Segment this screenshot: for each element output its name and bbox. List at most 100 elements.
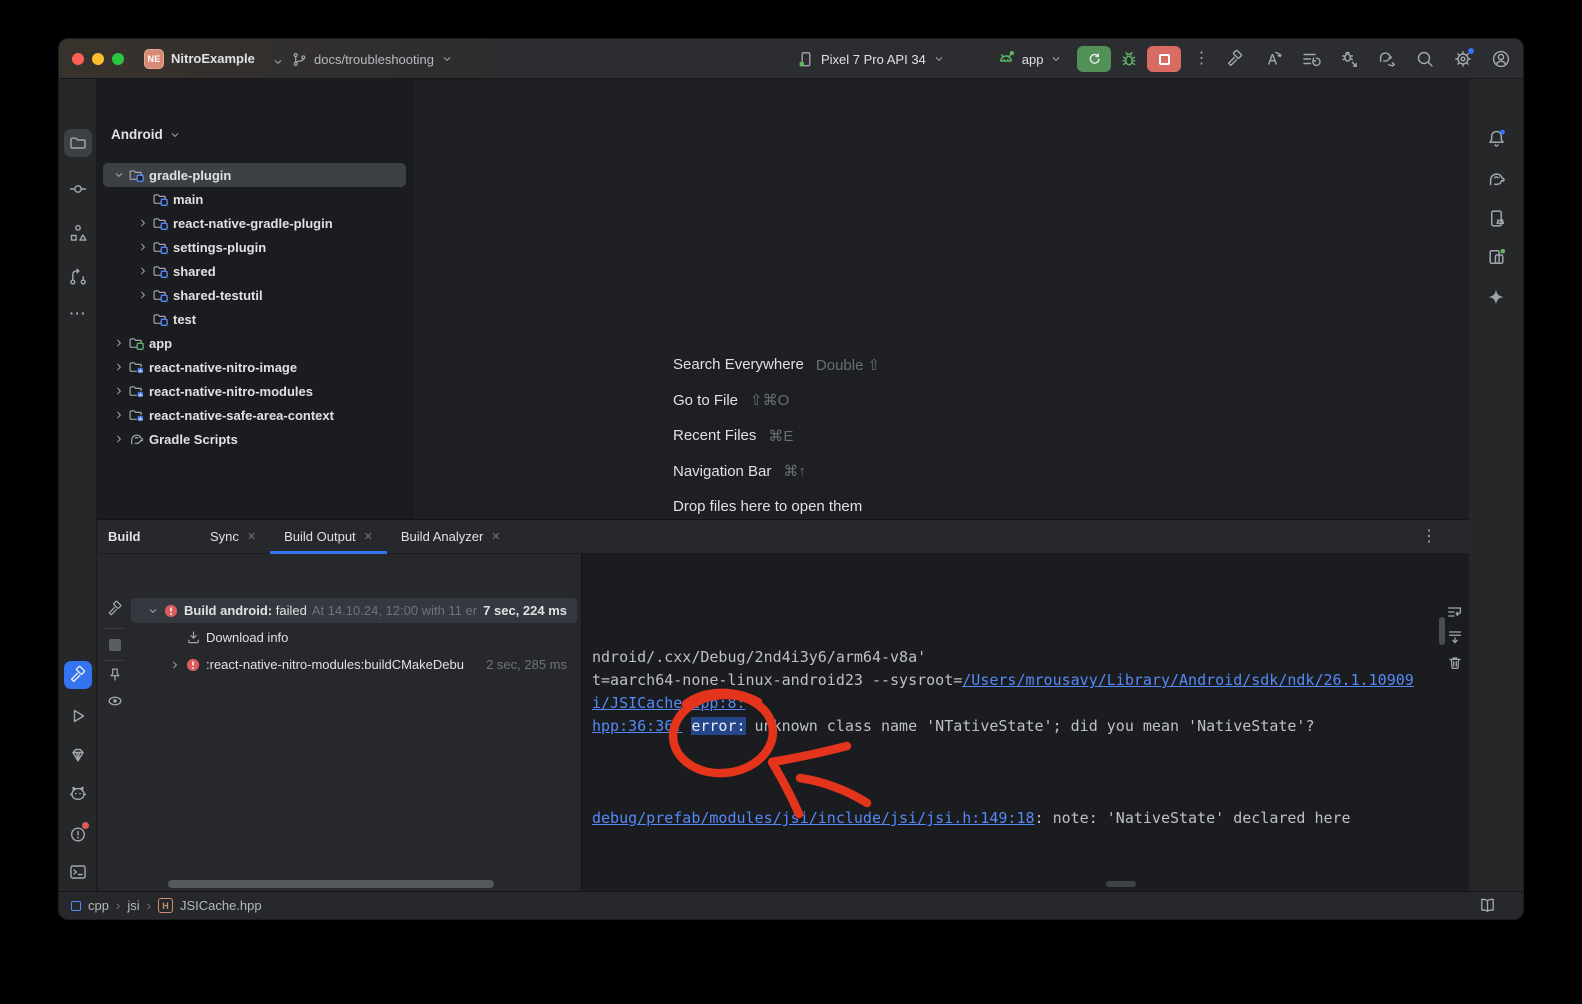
chevron-collapsed-icon[interactable] [135,216,151,230]
chevron-collapsed-icon[interactable] [167,658,183,672]
run-more-kebab-icon[interactable]: ⋮ [1189,46,1213,72]
build-project-button[interactable] [1225,49,1245,69]
run-config-selector[interactable]: app [996,49,1064,69]
chevron-collapsed-icon[interactable] [111,336,127,350]
build-panel-title: Build [108,529,196,544]
tree-item-react-native-nitro-modules[interactable]: react-native-nitro-modules [103,379,406,403]
chevron-collapsed-icon[interactable] [111,360,127,374]
rerun-build-button[interactable] [104,598,126,620]
console-file-link[interactable]: /Users/mrousavy/Library/Android/sdk/ndk/… [962,671,1414,689]
project-view-label: Android [111,127,163,142]
toolwindow-pull-requests-button[interactable] [64,263,92,291]
reader-mode-button[interactable] [1478,896,1497,915]
build-node-download-info[interactable]: Download info [131,625,577,650]
build-tool-window: Build Sync ✕ Build Output ✕ Build Analyz… [97,519,1469,893]
tree-item-settings-plugin[interactable]: settings-plugin [103,235,406,259]
profile-button[interactable] [1491,49,1511,69]
rerun-icon [1086,51,1102,67]
tree-item-gradle-plugin[interactable]: gradle-plugin [103,163,406,187]
chevron-expanded-icon[interactable] [111,168,127,182]
console-file-link[interactable]: hpp:36:36: [592,717,682,735]
chevron-collapsed-icon[interactable] [111,384,127,398]
macos-minimize-button[interactable] [92,53,104,65]
breadcrumb-directory[interactable]: jsi [127,898,139,913]
chevron-collapsed-icon[interactable] [135,240,151,254]
soft-wrap-button[interactable] [1443,600,1467,624]
chevron-collapsed-icon[interactable] [111,408,127,422]
tree-item-app[interactable]: app [103,331,406,355]
chevron-collapsed-icon[interactable] [135,288,151,302]
tree-item-test[interactable]: test [103,307,406,331]
gradle-sync-button[interactable] [1377,49,1397,69]
stop-button[interactable] [1147,46,1181,72]
toolwindow-more-button[interactable]: ··· [64,299,92,327]
console-vertical-scrollbar[interactable] [1439,617,1445,645]
tab-build-analyzer[interactable]: Build Analyzer ✕ [387,520,515,554]
user-icon [1491,49,1511,69]
stop-build-button[interactable] [104,634,126,656]
rerun-button[interactable] [1077,46,1111,72]
device-selector[interactable]: Pixel 7 Pro API 34 [796,50,946,69]
project-view-selector[interactable]: Android [111,127,182,142]
sync-history-button[interactable] [1301,49,1321,69]
tree-item-react-native-nitro-image[interactable]: react-native-nitro-image [103,355,406,379]
toolwindow-running-devices-button[interactable] [1482,242,1510,270]
pin-tab-button[interactable] [104,664,126,686]
project-chevron-down-icon[interactable] [271,55,285,69]
notifications-button[interactable] [1482,124,1510,152]
breadcrumb-module[interactable]: cpp [88,898,109,913]
close-icon[interactable]: ✕ [491,530,500,543]
tree-item-react-native-gradle-plugin[interactable]: react-native-gradle-plugin [103,211,406,235]
settings-button[interactable] [1453,49,1473,69]
toolwindow-problems-button[interactable] [64,820,92,848]
search-everywhere-button[interactable] [1415,49,1435,69]
build-root-node[interactable]: Build android: failed At 14.10.24, 12:00… [131,598,577,623]
toolwindow-build-button[interactable] [64,661,92,689]
toolwindow-commit-button[interactable] [64,175,92,203]
tree-item-main[interactable]: main [103,187,406,211]
build-node-cmake-task[interactable]: :react-native-nitro-modules:buildCMakeDe… [131,652,577,677]
filter-view-button[interactable] [104,690,126,712]
device-phone-icon [796,50,815,69]
close-icon[interactable]: ✕ [364,530,373,543]
tree-horizontal-scrollbar[interactable] [168,880,494,888]
tree-item-gradle-scripts[interactable]: Gradle Scripts [103,427,406,451]
macos-zoom-button[interactable] [112,53,124,65]
branch-name: docs/troubleshooting [314,52,434,67]
breadcrumb-file[interactable]: JSICache.hpp [180,898,262,913]
tree-item-react-native-safe-area-context[interactable]: react-native-safe-area-context [103,403,406,427]
toolwindow-project-button[interactable] [64,129,92,157]
console-file-link[interactable]: debug/prefab/modules/jsi/include/jsi/jsi… [592,809,1035,827]
apply-changes-button[interactable] [1263,49,1283,69]
tree-item-label: test [173,312,196,327]
chevron-expanded-icon[interactable] [145,604,161,618]
toolwindow-app-quality-insights-button[interactable] [64,741,92,769]
chevron-collapsed-icon[interactable] [111,432,127,446]
macos-close-button[interactable] [72,53,84,65]
toolwindow-logcat-button[interactable] [64,780,92,808]
titlebar: NE NitroExample docs/troubleshooting Pix… [59,39,1523,79]
tree-item-shared-testutil[interactable]: shared-testutil [103,283,406,307]
toolwindow-device-manager-button[interactable] [1482,204,1510,232]
toolwindow-terminal-button[interactable] [64,858,92,886]
clear-output-button[interactable] [1443,651,1467,675]
project-name[interactable]: NitroExample [171,51,255,66]
toolwindow-gemini-button[interactable] [1482,283,1510,311]
tab-sync[interactable]: Sync ✕ [196,520,270,554]
console-file-link[interactable]: i/JSICache.cpp:8: [592,694,746,712]
toolwindow-structure-button[interactable] [64,219,92,247]
toolwindow-run-button[interactable] [64,702,92,730]
debug-button[interactable] [1119,49,1139,69]
scroll-to-end-button[interactable] [1443,625,1467,649]
options-kebab-icon[interactable]: ⋮ [1417,524,1441,550]
vcs-branch-widget[interactable]: docs/troubleshooting [291,49,454,69]
attach-debugger-button[interactable] [1339,49,1359,69]
chevron-collapsed-icon[interactable] [135,264,151,278]
console-horizontal-scrollbar[interactable] [1106,881,1136,887]
left-tool-stripe: ··· [59,79,97,891]
toolwindow-gradle-button[interactable] [1482,165,1510,193]
close-icon[interactable]: ✕ [247,530,256,543]
tree-item-shared[interactable]: shared [103,259,406,283]
status-bar: cpp › jsi › H JSICache.hpp [59,891,1523,919]
tab-build-output[interactable]: Build Output ✕ [270,520,387,554]
